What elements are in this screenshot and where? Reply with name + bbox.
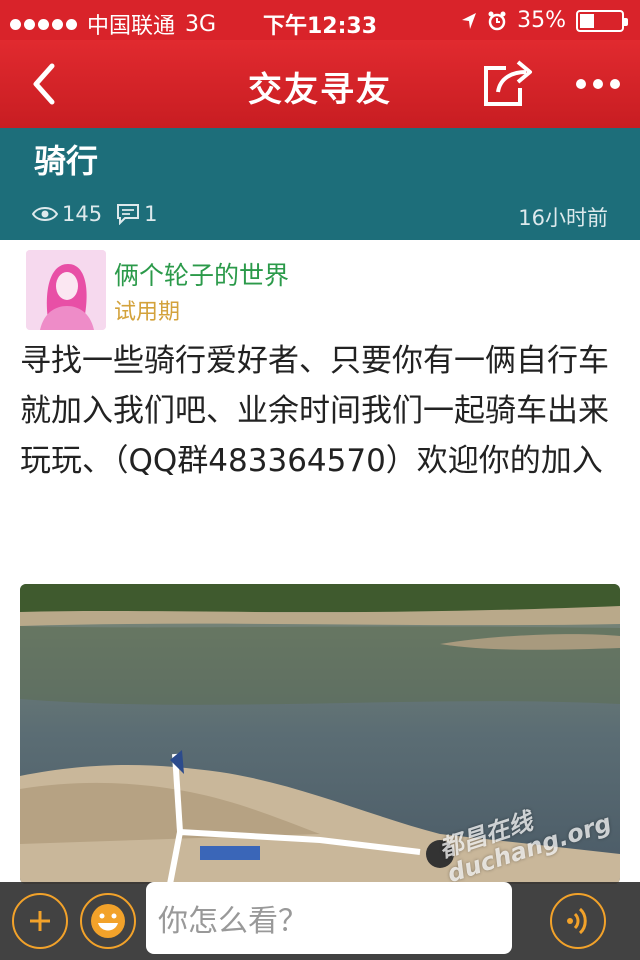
voice-input-button[interactable] <box>550 893 606 949</box>
battery-percent: 35% <box>517 8 566 33</box>
smiley-icon <box>91 904 125 938</box>
view-count: 145 <box>62 202 103 226</box>
battery-icon <box>576 9 628 32</box>
topic-stats: 145 1 <box>32 202 157 226</box>
plus-icon <box>30 911 50 931</box>
topic-header: 骑行 145 1 16小时前 <box>0 128 640 240</box>
nav-bar: 交友寻友 <box>0 40 640 128</box>
eye-icon <box>32 207 58 221</box>
avatar[interactable] <box>26 250 106 330</box>
comment-count: 1 <box>144 202 158 226</box>
post-time: 16小时前 <box>518 206 608 230</box>
topic-title: 骑行 <box>34 142 99 180</box>
status-right: 35% <box>461 8 628 33</box>
share-icon[interactable] <box>480 58 536 110</box>
more-icon[interactable] <box>568 64 628 104</box>
alarm-clock-icon <box>488 11 506 30</box>
add-attachment-button[interactable] <box>12 893 68 949</box>
comment-input[interactable]: 你怎么看？ <box>146 882 512 954</box>
location-arrow-icon <box>462 12 477 29</box>
author-level-badge: 试用期 <box>114 300 181 325</box>
comment-icon <box>117 204 140 225</box>
post-body: 寻找一些骑行爱好者、只要你有一俩自行车就加入我们吧、业余时间我们一起骑车出来玩玩… <box>20 343 609 479</box>
author-name[interactable]: 俩个轮子的世界 <box>114 256 289 292</box>
status-bar: 中国联通 3G 下午12:33 35% <box>0 0 640 40</box>
page-title: 交友寻友 <box>248 70 392 110</box>
sound-wave-icon <box>567 907 587 935</box>
emoji-button[interactable] <box>80 893 136 949</box>
